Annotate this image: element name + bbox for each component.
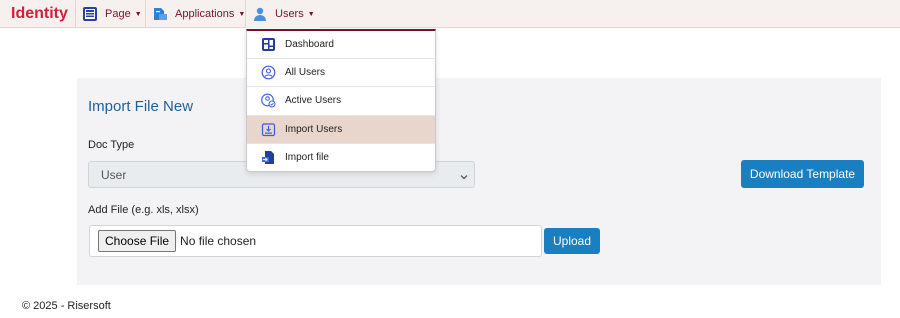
nav-users-label: Users bbox=[275, 8, 304, 20]
menu-item-import-file[interactable]: Import file bbox=[247, 144, 435, 172]
users-dropdown-menu: Dashboard All Users Active Users Import … bbox=[246, 29, 436, 172]
import-file-icon bbox=[261, 150, 276, 165]
menu-item-import-users[interactable]: Import Users bbox=[247, 115, 435, 144]
menu-item-label: All Users bbox=[285, 67, 326, 79]
nav-page-label: Page bbox=[105, 8, 131, 20]
menu-item-active-users[interactable]: Active Users bbox=[247, 87, 435, 116]
top-navbar: Identity Page ▼ Applications ▼ Users ▼ bbox=[0, 0, 900, 28]
upload-button[interactable]: Upload bbox=[544, 228, 600, 254]
applications-icon bbox=[152, 6, 168, 22]
page-title: Import File New bbox=[88, 98, 194, 115]
doc-type-value: User bbox=[101, 167, 127, 182]
nav-applications-menu[interactable]: Applications ▼ bbox=[145, 0, 246, 28]
choose-file-button[interactable]: Choose File bbox=[98, 230, 177, 252]
footer-copyright: © 2025 - Risersoft bbox=[22, 300, 111, 312]
active-users-icon bbox=[261, 93, 276, 108]
download-template-button[interactable]: Download Template bbox=[741, 160, 864, 188]
menu-item-label: Active Users bbox=[285, 95, 342, 107]
menu-item-label: Dashboard bbox=[285, 39, 334, 51]
file-input[interactable]: Choose File No file chosen bbox=[89, 225, 542, 257]
page-grid-icon bbox=[82, 6, 98, 22]
add-file-label: Add File (e.g. xls, xlsx) bbox=[88, 204, 199, 216]
import-form-panel: Import File New Doc Type User Download T… bbox=[77, 78, 881, 285]
all-users-icon bbox=[261, 65, 276, 80]
user-icon bbox=[252, 6, 268, 22]
brand-logo[interactable]: Identity bbox=[11, 5, 68, 23]
nav-page-menu[interactable]: Page ▼ bbox=[75, 0, 146, 28]
nav-applications-label: Applications bbox=[175, 8, 235, 20]
menu-item-label: Import file bbox=[285, 152, 329, 164]
menu-item-all-users[interactable]: All Users bbox=[247, 59, 435, 88]
dashboard-icon bbox=[261, 37, 276, 52]
caret-down-icon: ▼ bbox=[307, 10, 315, 18]
nav-users-menu[interactable]: Users ▼ bbox=[245, 0, 320, 28]
import-users-icon bbox=[261, 122, 276, 137]
menu-item-dashboard[interactable]: Dashboard bbox=[247, 31, 435, 60]
chevron-down-icon bbox=[460, 170, 468, 180]
file-status-text: No file chosen bbox=[180, 234, 257, 248]
menu-item-label: Import Users bbox=[285, 123, 343, 135]
doc-type-label: Doc Type bbox=[88, 139, 135, 151]
caret-down-icon: ▼ bbox=[134, 10, 142, 18]
